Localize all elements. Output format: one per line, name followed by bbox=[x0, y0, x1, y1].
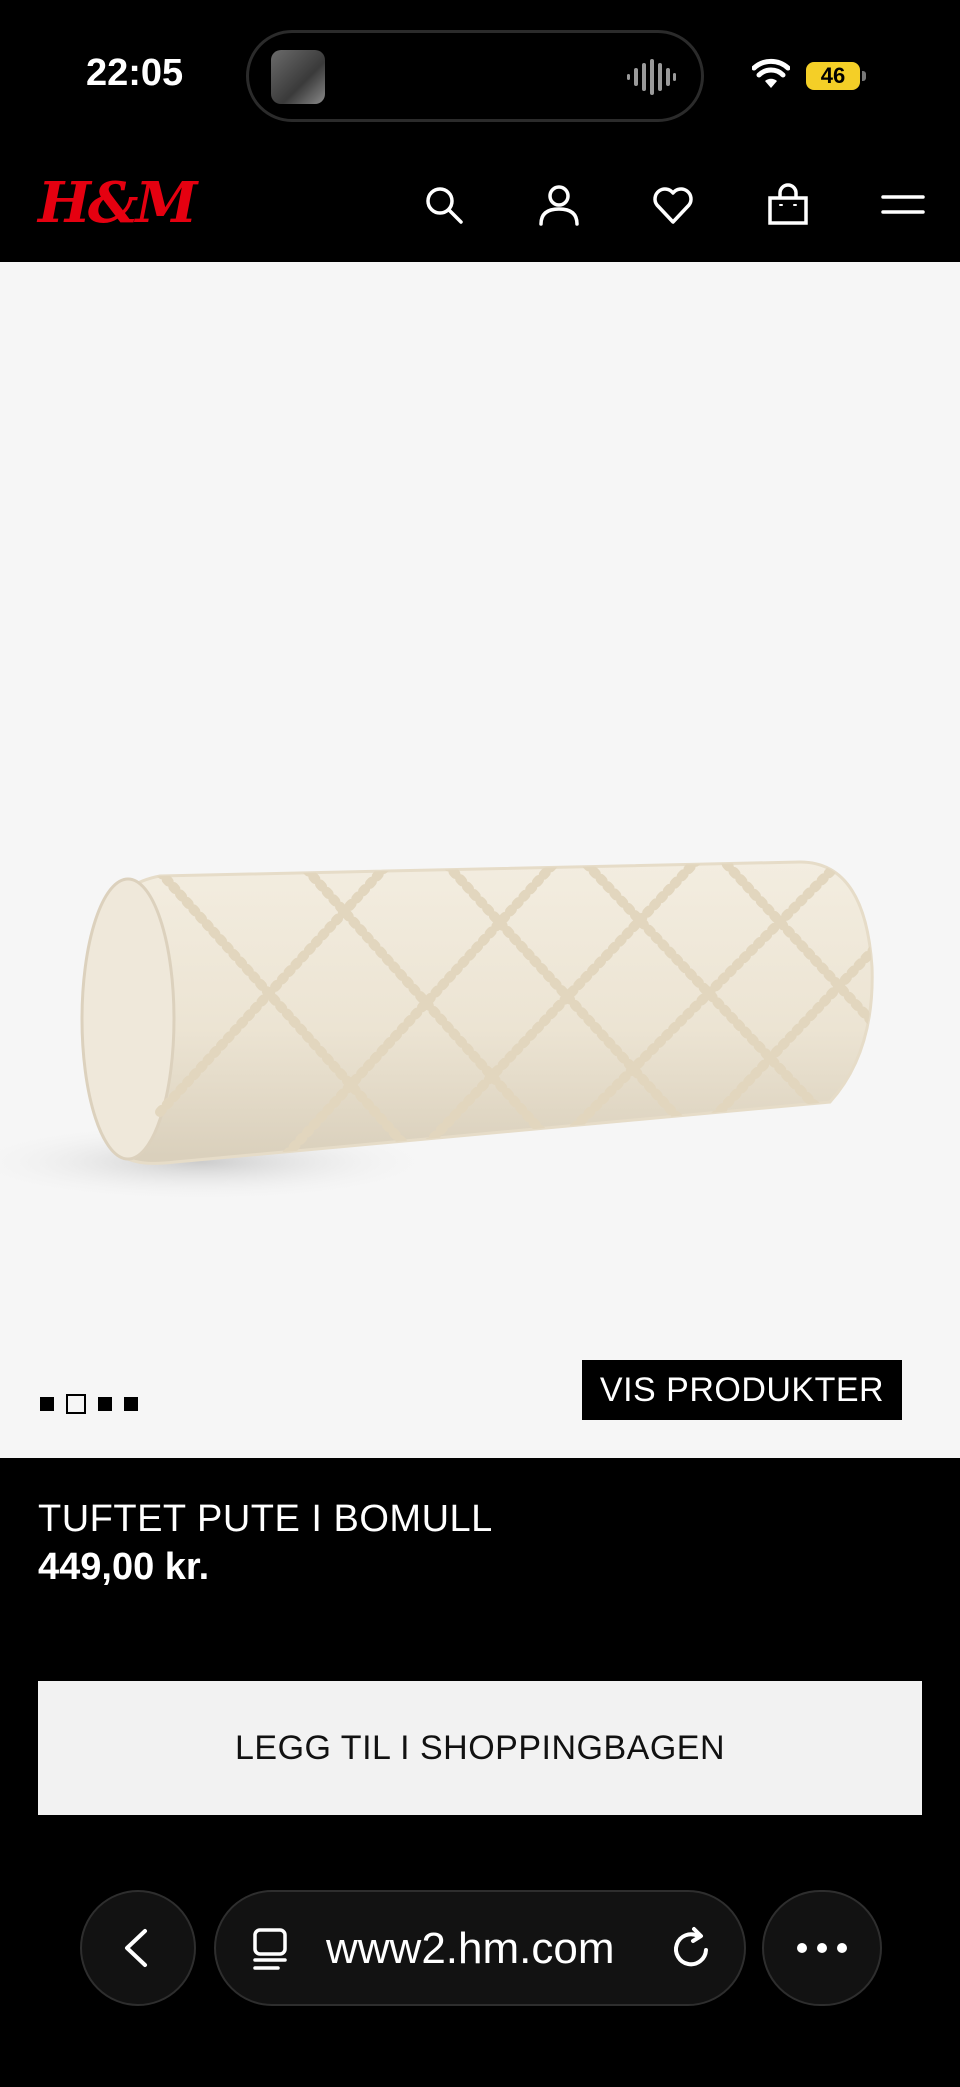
url-text: www2.hm.com bbox=[326, 1924, 615, 1973]
battery-indicator: 46 bbox=[806, 62, 860, 90]
dynamic-island[interactable] bbox=[246, 30, 704, 122]
carousel-dot[interactable] bbox=[98, 1397, 112, 1411]
back-icon bbox=[125, 1929, 147, 1967]
product-price: 449,00 kr. bbox=[38, 1546, 210, 1588]
tabs-icon[interactable] bbox=[248, 1926, 294, 1972]
product-image-carousel[interactable]: VIS PRODUKTER bbox=[0, 262, 960, 1458]
product-title: TUFTET PUTE I BOMULL bbox=[38, 1498, 493, 1540]
carousel-dot[interactable] bbox=[40, 1397, 54, 1411]
now-playing-thumbnail bbox=[271, 50, 325, 104]
site-header: H&M bbox=[0, 150, 960, 262]
account-icon[interactable] bbox=[536, 182, 582, 228]
hm-logo[interactable]: H&M bbox=[38, 170, 197, 236]
address-bar[interactable]: www2.hm.com bbox=[214, 1890, 746, 2006]
carousel-dot[interactable] bbox=[124, 1397, 138, 1411]
carousel-indicators bbox=[40, 1392, 138, 1416]
status-bar: 22:05 46 bbox=[0, 0, 960, 150]
add-to-bag-button[interactable]: LEGG TIL I SHOPPINGBAGEN bbox=[38, 1681, 922, 1815]
carousel-dot-active[interactable] bbox=[66, 1394, 86, 1414]
back-button[interactable] bbox=[80, 1890, 196, 2006]
reload-icon[interactable] bbox=[668, 1926, 714, 1972]
status-time: 22:05 bbox=[86, 52, 184, 94]
audio-wave-icon bbox=[627, 59, 676, 95]
heart-icon[interactable] bbox=[650, 182, 696, 228]
bag-icon[interactable] bbox=[765, 182, 811, 228]
search-icon[interactable] bbox=[421, 182, 467, 228]
battery-nub bbox=[862, 71, 866, 81]
show-products-button[interactable]: VIS PRODUKTER bbox=[582, 1360, 902, 1420]
menu-icon[interactable] bbox=[880, 182, 926, 228]
wifi-icon bbox=[752, 58, 790, 88]
more-icon bbox=[797, 1943, 847, 1953]
more-button[interactable] bbox=[762, 1890, 882, 2006]
product-image bbox=[0, 860, 874, 1202]
